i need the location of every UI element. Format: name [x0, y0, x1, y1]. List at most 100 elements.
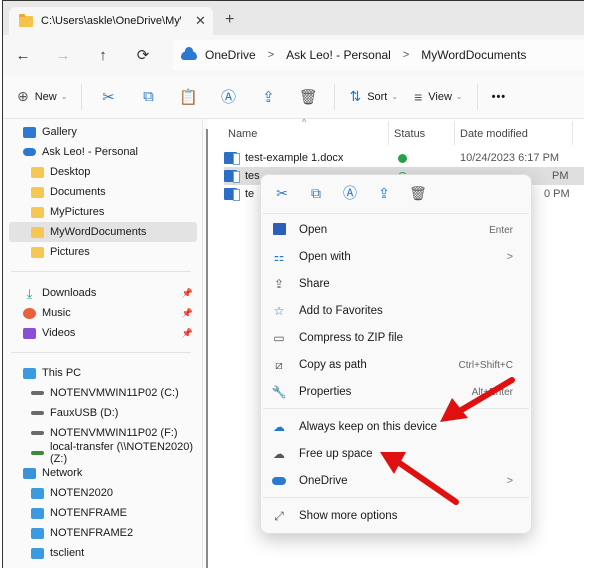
menu-item-add-to-favorites[interactable]: ☆ Add to Favorites	[265, 298, 527, 324]
sidebar-item-network[interactable]: Network	[23, 463, 211, 483]
menu-item-copy-as-path[interactable]: ⧄ Copy as path Ctrl+Shift+C	[265, 352, 527, 378]
up-button[interactable]: ↑	[83, 47, 123, 64]
paste-icon[interactable]: 📋	[168, 88, 208, 106]
folder-icon	[31, 166, 44, 178]
computer-icon	[31, 547, 44, 559]
breadcrumb-separator[interactable]: >	[403, 49, 409, 61]
refresh-button[interactable]: ⟳	[123, 46, 163, 64]
sidebar-item-desktop[interactable]: Desktop	[9, 162, 197, 182]
menu-item-free-up-space[interactable]: ☁ Free up space	[265, 441, 527, 467]
menu-divider	[263, 408, 529, 409]
drive-icon	[31, 411, 44, 415]
tab-current-folder[interactable]: C:\Users\askle\OneDrive\MyW ✕	[9, 7, 213, 35]
context-quick-actions: ✂ ⧉ Ⓐ ⇪ 🗑	[261, 175, 531, 211]
delete-icon[interactable]: 🗑	[288, 88, 328, 106]
forward-button[interactable]: →	[43, 47, 83, 64]
expand-icon: ⤢	[274, 508, 284, 523]
pin-icon[interactable]: 📌	[182, 328, 193, 339]
word-document-icon	[224, 152, 240, 165]
breadcrumb-onedrive[interactable]: OneDrive	[205, 48, 256, 62]
rename-icon[interactable]: Ⓐ	[208, 86, 248, 107]
more-options-button[interactable]: •••	[484, 82, 515, 112]
breadcrumb-mywordrdocuments[interactable]: MyWordDocuments	[421, 48, 526, 62]
sidebar-item-noten2020[interactable]: NOTEN2020	[9, 483, 197, 503]
sidebar-item-drive-z[interactable]: local-transfer (\\NOTEN2020) (Z:)	[9, 441, 197, 465]
address-bar[interactable]: OneDrive > Ask Leo! - Personal > MyWordD…	[173, 40, 584, 70]
menu-item-show-more-options[interactable]: ⤢ Show more options	[265, 503, 527, 529]
file-date: PM	[552, 170, 569, 182]
sidebar-item-this-pc[interactable]: This PC	[23, 363, 211, 383]
menu-divider	[263, 213, 529, 214]
sidebar-item-tsclient[interactable]: tsclient	[9, 543, 197, 563]
sidebar-item-notenframe[interactable]: NOTENFRAME	[9, 503, 197, 523]
sidebar-item-gallery[interactable]: Gallery	[23, 122, 211, 142]
menu-item-label: Compress to ZIP file	[299, 332, 403, 344]
navigation-bar: ← → ↑ ⟳ OneDrive > Ask Leo! - Personal >…	[3, 35, 584, 75]
column-header-status[interactable]: Status	[394, 123, 425, 145]
sidebar-item-drive-c[interactable]: NOTENVMWIN11P02 (C:)	[9, 383, 197, 403]
navigation-pane: Gallery Ask Leo! - Personal Desktop Docu…	[3, 119, 203, 568]
column-header-date-modified[interactable]: Date modified	[460, 123, 528, 145]
sidebar-item-ask-leo-personal[interactable]: Ask Leo! - Personal	[23, 142, 211, 162]
sidebar-item-label: Network	[42, 467, 83, 479]
column-header-name[interactable]: Name	[228, 123, 257, 145]
sidebar-item-label: Documents	[50, 186, 106, 198]
sidebar-item-label: Ask Leo! - Personal	[42, 146, 138, 158]
sidebar-item-mywordrdocuments[interactable]: MyWordDocuments	[9, 222, 197, 242]
sidebar-item-pictures[interactable]: Pictures	[9, 242, 197, 262]
pin-icon[interactable]: 📌	[182, 308, 193, 319]
menu-accelerator: Ctrl+Shift+C	[458, 359, 513, 371]
network-icon	[23, 467, 36, 479]
new-tab-button[interactable]: +	[225, 11, 234, 29]
sidebar-item-drive-f[interactable]: NOTENVMWIN11P02 (F:)	[9, 423, 197, 443]
pin-icon[interactable]: 📌	[182, 288, 193, 299]
sort-button[interactable]: ⇅ Sort ⌄	[341, 82, 406, 112]
menu-item-label: Open with	[299, 251, 351, 263]
copy-icon[interactable]: ⧉	[299, 185, 333, 202]
sidebar-item-downloads[interactable]: ⤓ Downloads 📌	[23, 283, 197, 303]
chevron-down-icon: ⌄	[391, 92, 399, 101]
column-label: Status	[394, 128, 426, 140]
menu-item-label: Show more options	[299, 510, 398, 522]
menu-item-properties[interactable]: 🔧 Properties Alt+Enter	[265, 379, 527, 405]
menu-item-open[interactable]: Open Enter	[265, 217, 527, 243]
menu-item-compress-zip[interactable]: ▭ Compress to ZIP file	[265, 325, 527, 351]
view-button[interactable]: ≡ View ⌄	[406, 82, 471, 112]
column-divider[interactable]	[572, 121, 573, 145]
copy-icon[interactable]: ⧉	[128, 88, 168, 105]
cut-icon[interactable]: ✂	[265, 185, 299, 202]
onedrive-icon	[23, 148, 36, 156]
close-tab-icon[interactable]: ✕	[195, 13, 206, 29]
menu-item-always-keep[interactable]: ☁ Always keep on this device	[265, 414, 527, 440]
sidebar-item-label: MyWordDocuments	[50, 226, 147, 238]
file-row[interactable]: test-example 1.docx 10/24/2023 6:17 PM	[224, 149, 584, 167]
sidebar-item-label: Videos	[42, 327, 76, 339]
sidebar-item-documents[interactable]: Documents	[9, 182, 197, 202]
new-button[interactable]: ⊕ New ⌄	[9, 82, 75, 112]
command-bar: ⊕ New ⌄ ✂ ⧉ 📋 Ⓐ ⇪ 🗑 ⇅ Sort ⌄ ≡ View ⌄ ••…	[3, 75, 584, 119]
computer-icon	[31, 507, 44, 519]
sidebar-item-music[interactable]: Music 📌	[23, 303, 197, 323]
share-icon[interactable]: ⇪	[248, 88, 288, 106]
back-button[interactable]: ←	[3, 47, 43, 64]
sidebar-item-mypictures[interactable]: MyPictures	[9, 202, 197, 222]
cut-icon[interactable]: ✂	[88, 88, 128, 106]
folder-icon	[31, 186, 44, 198]
breadcrumb-ask-leo-personal[interactable]: Ask Leo! - Personal	[286, 48, 391, 62]
delete-icon[interactable]: 🗑	[401, 185, 435, 202]
breadcrumb-separator[interactable]: >	[268, 49, 274, 61]
rename-icon[interactable]: Ⓐ	[333, 183, 367, 203]
sidebar-item-notenframe2[interactable]: NOTENFRAME2	[9, 523, 197, 543]
share-icon[interactable]: ⇪	[367, 185, 401, 202]
sidebar-item-drive-d[interactable]: FauxUSB (D:)	[9, 403, 197, 423]
menu-item-open-with[interactable]: ⚏ Open with >	[265, 244, 527, 270]
menu-item-onedrive[interactable]: OneDrive >	[265, 468, 527, 494]
menu-item-share[interactable]: ⇪ Share	[265, 271, 527, 297]
network-drive-icon	[31, 451, 44, 455]
menu-item-label: Copy as path	[299, 359, 367, 371]
menu-item-label: Properties	[299, 386, 352, 398]
sidebar-item-label: NOTEN2020	[50, 487, 113, 499]
column-divider[interactable]	[454, 121, 455, 145]
sidebar-item-videos[interactable]: Videos 📌	[23, 323, 197, 343]
column-divider[interactable]	[388, 121, 389, 145]
